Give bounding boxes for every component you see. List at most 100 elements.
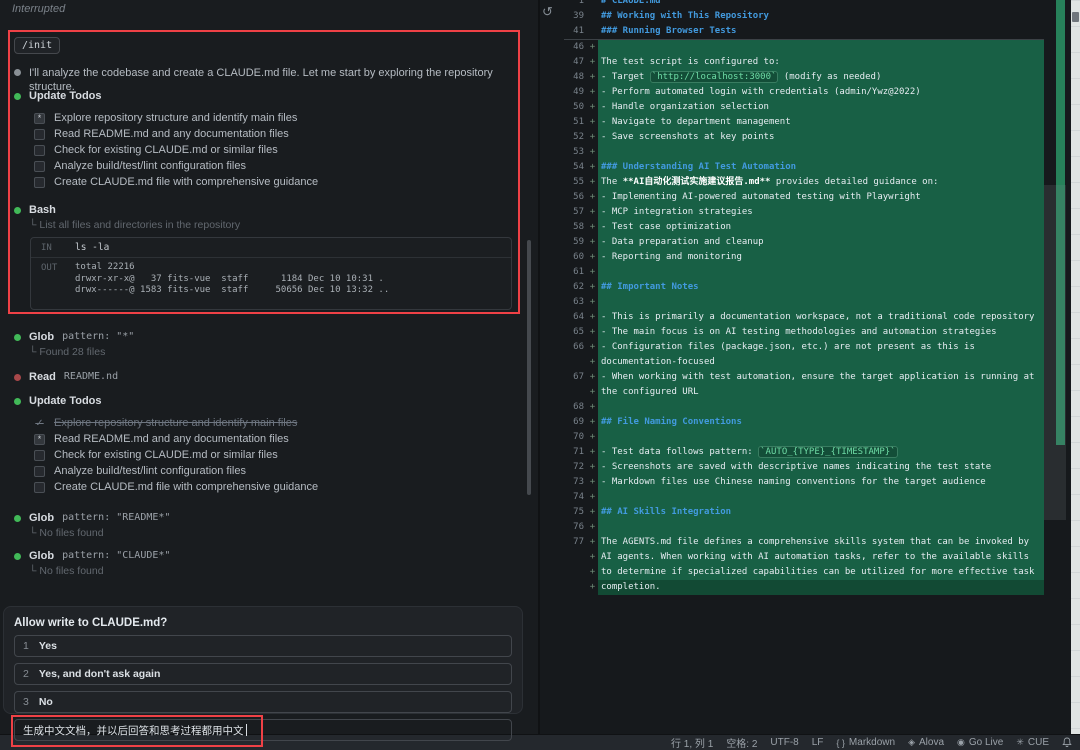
- code-segment: - This is primarily a documentation work…: [601, 312, 1034, 322]
- glob-claude-block: Glob pattern: "CLAUDE*" └ No files found: [14, 550, 512, 577]
- line-number: 57: [540, 205, 587, 220]
- diff-plus-sign: +: [587, 265, 598, 280]
- diff-plus-sign: [587, 24, 598, 39]
- diff-plus-sign: +: [587, 445, 598, 460]
- terminal-output-lines: total 22216drwxr-xr-x@ 37 fits-vue staff…: [75, 262, 389, 297]
- diff-plus-sign: +: [587, 550, 598, 565]
- status-item--1-1[interactable]: 行 1, 列 1: [671, 735, 713, 750]
- line-content: completion.: [598, 580, 1044, 595]
- diff-plus-sign: +: [587, 55, 598, 70]
- line-number: [540, 550, 587, 565]
- diff-plus-sign: +: [587, 490, 598, 505]
- permission-option-1[interactable]: 1Yes: [14, 635, 512, 657]
- editor-added-line: +documentation-focused: [540, 355, 1044, 370]
- editor-added-line: +to determine if specialized capabilitie…: [540, 565, 1044, 580]
- code-segment: The AGENTS.md file defines a comprehensi…: [601, 537, 1029, 547]
- code-segment: ## Working with This Repository: [601, 11, 769, 21]
- line-number: 60: [540, 250, 587, 265]
- status-item--2[interactable]: 空格: 2: [726, 735, 757, 750]
- permission-dialog: Allow write to CLAUDE.md? 1Yes 2Yes, and …: [3, 606, 523, 714]
- option-number: 3: [23, 696, 29, 708]
- diff-plus-sign: +: [587, 520, 598, 535]
- line-content: - Data preparation and cleanup: [598, 235, 1044, 250]
- code-segment: - Screenshots are saved with descriptive…: [601, 462, 991, 472]
- diff-plus-sign: +: [587, 100, 598, 115]
- diff-plus-sign: +: [587, 115, 598, 130]
- status-item-alova[interactable]: ◈Alova: [908, 737, 944, 748]
- diff-plus-sign: +: [587, 370, 598, 385]
- line-content: documentation-focused: [598, 355, 1044, 370]
- todo-label: Check for existing CLAUDE.md or similar …: [54, 449, 278, 461]
- tool-dot-icon: [14, 207, 21, 214]
- diff-plus-sign: +: [587, 145, 598, 160]
- glob-readme-block: Glob pattern: "README*" └ No files found: [14, 512, 512, 539]
- diff-plus-sign: +: [587, 40, 598, 55]
- status-item-utf-8[interactable]: UTF-8: [770, 737, 798, 748]
- editor-added-line: 67+- When working with test automation, …: [540, 370, 1044, 385]
- diff-plus-sign: +: [587, 325, 598, 340]
- diff-plus-sign: [587, 0, 598, 9]
- permission-option-2[interactable]: 2Yes, and don't ask again: [14, 663, 512, 685]
- line-number: 56: [540, 190, 587, 205]
- permission-option-3[interactable]: 3No: [14, 691, 512, 713]
- glob-result: └ No files found: [29, 565, 512, 577]
- status-item-cue[interactable]: ✳CUE: [1016, 737, 1049, 748]
- line-content: - Implementing AI-powered automated test…: [598, 190, 1044, 205]
- line-number: [540, 385, 587, 400]
- glob-result: └ Found 28 files: [29, 346, 512, 358]
- alova-icon: ◈: [908, 737, 915, 748]
- code-segment: ### Running Browser Tests: [601, 26, 736, 36]
- line-number: 74: [540, 490, 587, 505]
- code-segment: The: [601, 177, 623, 187]
- line-content: - Reporting and monitoring: [598, 250, 1044, 265]
- diff-plus-sign: +: [587, 220, 598, 235]
- todo-list: *Explore repository structure and identi…: [34, 110, 512, 190]
- line-number: [540, 565, 587, 580]
- line-number: 63: [540, 295, 587, 310]
- diff-plus-sign: +: [587, 175, 598, 190]
- code-segment: - MCP integration strategies: [601, 207, 753, 217]
- glob-result: └ No files found: [29, 527, 512, 539]
- line-content: - Screenshots are saved with descriptive…: [598, 460, 1044, 475]
- editor-added-line: 57+- MCP integration strategies: [540, 205, 1044, 220]
- line-content: [598, 145, 1044, 160]
- line-number: 66: [540, 340, 587, 355]
- diff-plus-sign: +: [587, 310, 598, 325]
- line-content: The AGENTS.md file defines a comprehensi…: [598, 535, 1044, 550]
- line-content: AI agents. When working with AI automati…: [598, 550, 1044, 565]
- line-content: [598, 430, 1044, 445]
- diff-plus-sign: +: [587, 565, 598, 580]
- code-segment: to determine if specialized capabilities…: [601, 567, 1034, 577]
- line-number: [540, 580, 587, 595]
- editor-added-line: 73+- Markdown files use Chinese naming c…: [540, 475, 1044, 490]
- status-item-go-live[interactable]: ◉Go Live: [957, 737, 1003, 748]
- notifications-bell-icon[interactable]: [1062, 737, 1072, 748]
- todo-label: Explore repository structure and identif…: [54, 417, 297, 429]
- editor-scrollbar[interactable]: [1044, 185, 1066, 520]
- permission-text-input[interactable]: 生成中文文档，并以后回答和思考过程都用中文: [14, 719, 512, 741]
- revert-changes-icon[interactable]: ↺: [542, 4, 553, 20]
- code-segment: documentation-focused: [601, 357, 715, 367]
- left-pane-scrollbar[interactable]: [527, 240, 531, 495]
- editor-added-line: 71+- Test data follows pattern: `AUTO_{T…: [540, 445, 1044, 460]
- line-number: 54: [540, 160, 587, 175]
- editor-added-line: 58+- Test case optimization: [540, 220, 1044, 235]
- editor-added-line: 46+: [540, 40, 1044, 55]
- code-segment: - Handle organization selection: [601, 102, 769, 112]
- permission-dialog-title: Allow write to CLAUDE.md?: [14, 617, 512, 629]
- editor-added-line: 68+: [540, 400, 1044, 415]
- code-segment: - Implementing AI-powered automated test…: [601, 192, 921, 202]
- editor-added-line: 52+- Save screenshots at key points: [540, 130, 1044, 145]
- checkbox-empty-icon: [34, 177, 45, 188]
- status-item-markdown[interactable]: { }Markdown: [836, 737, 895, 748]
- diff-plus-sign: +: [587, 355, 598, 370]
- line-content: - When working with test automation, ens…: [598, 370, 1044, 385]
- line-content: The **AI自动化测试实施建议报告.md** provides detail…: [598, 175, 1044, 190]
- status-item-lf[interactable]: LF: [812, 737, 824, 748]
- line-number: 65: [540, 325, 587, 340]
- code-segment: - The main focus is on AI testing method…: [601, 327, 997, 337]
- diff-plus-sign: +: [587, 280, 598, 295]
- minimap-strip[interactable]: [1071, 0, 1080, 734]
- code-segment: - Target: [601, 72, 650, 82]
- golive-icon: ◉: [957, 737, 965, 748]
